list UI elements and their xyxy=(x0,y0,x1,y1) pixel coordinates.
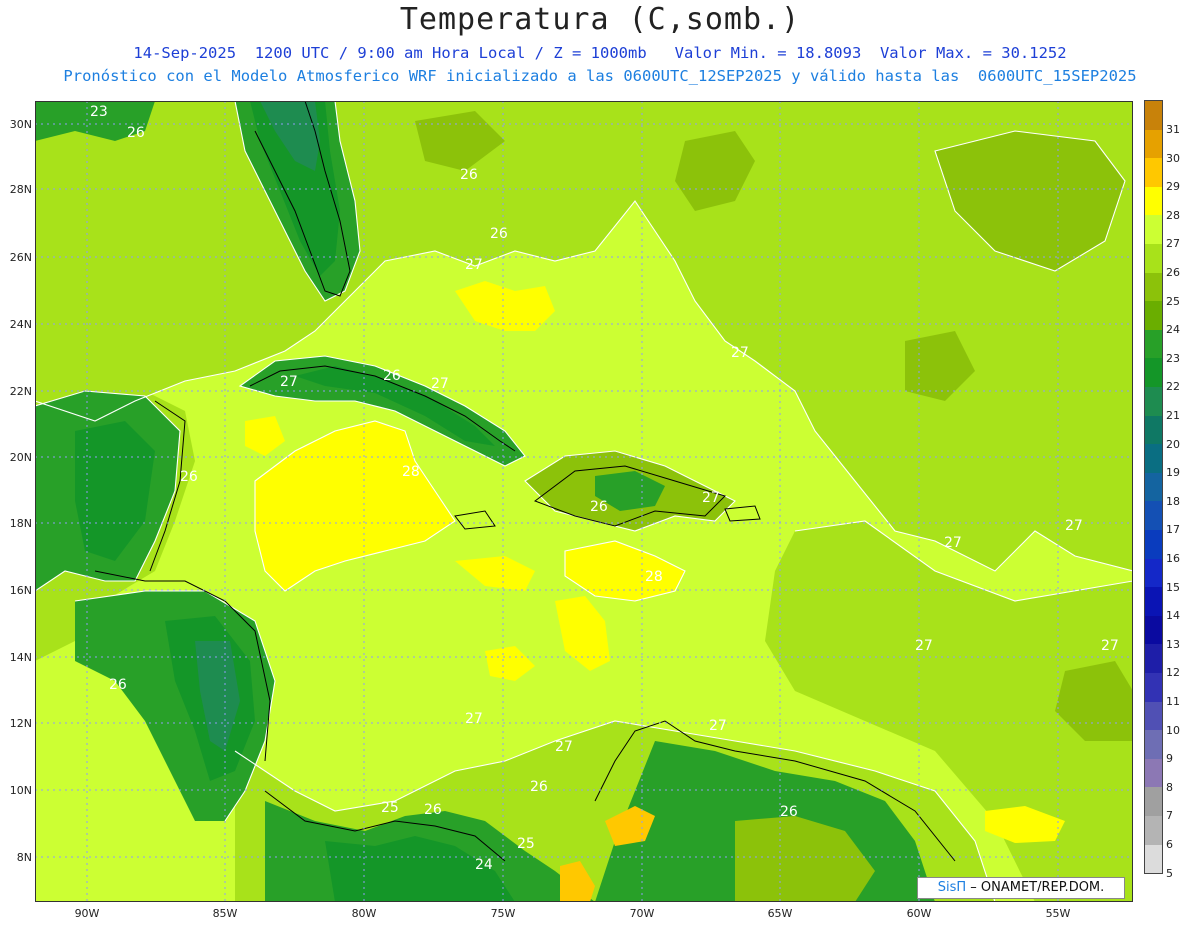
map-title: Temperatura (C,somb.) xyxy=(399,2,801,37)
lat-label: 20N xyxy=(9,451,32,464)
contour-label: 25 xyxy=(381,800,399,816)
legend-label-11: 11 xyxy=(1166,695,1180,708)
lon-label: 55W xyxy=(1045,907,1071,920)
lat-label: 24N xyxy=(9,318,32,331)
legend-label-31: 31 xyxy=(1166,123,1180,136)
lat-label: 12N xyxy=(9,717,32,730)
contour-label: 27 xyxy=(465,711,483,727)
credit-text: – ONAMET/REP.DOM. xyxy=(970,880,1105,895)
legend-label-26: 26 xyxy=(1166,266,1180,279)
lat-label: 8N xyxy=(16,851,32,864)
legend-label-18: 18 xyxy=(1166,494,1180,508)
legend-label-29: 29 xyxy=(1166,180,1180,194)
legend-label-17: 17 xyxy=(1166,523,1180,537)
legend-label-10: 10 xyxy=(1166,723,1180,737)
lat-label: 22N xyxy=(9,385,32,398)
legend-label-5: 5 xyxy=(1166,866,1173,880)
credit-box: SisΠ – ONAMET/REP.DOM. xyxy=(917,877,1125,899)
lon-label: 60W xyxy=(906,907,932,920)
legend-label-8: 8 xyxy=(1166,780,1173,794)
legend-label-6: 6 xyxy=(1166,838,1173,851)
legend-label-12: 12 xyxy=(1166,666,1180,680)
contour-label: 27 xyxy=(915,638,933,654)
credit-sis: SisΠ xyxy=(937,880,967,895)
contour-label: 26 xyxy=(590,499,608,515)
contour-label: 25 xyxy=(517,836,535,852)
map-subtitle-model: Pronóstico con el Modelo Atmosferico WRF… xyxy=(63,67,1137,85)
legend-label-30: 30 xyxy=(1166,151,1180,165)
legend-label-28: 28 xyxy=(1166,208,1180,222)
contour-label: 26 xyxy=(424,802,442,818)
contour-label: 27 xyxy=(555,739,573,755)
contour-label: 28 xyxy=(645,569,663,585)
contour-label: 27 xyxy=(280,374,298,390)
legend-frame xyxy=(1144,100,1163,875)
legend-label-22: 22 xyxy=(1166,380,1180,394)
lon-label: 85W xyxy=(212,907,238,920)
lon-label: 65W xyxy=(767,907,793,920)
contour-label: 27 xyxy=(465,257,483,273)
temperature-map: 23 26 26 26 27 27 26 27 27 28 26 27 27 2… xyxy=(35,101,1133,902)
legend-label-27: 27 xyxy=(1166,237,1180,251)
lat-label: 28N xyxy=(9,183,32,196)
contour-label: 26 xyxy=(490,226,508,242)
contour-label: 26 xyxy=(180,469,198,485)
contour-label: 27 xyxy=(431,376,449,392)
lat-label: 30N xyxy=(9,118,32,131)
contour-label: 26 xyxy=(109,677,127,693)
lat-label: 26N xyxy=(9,251,32,264)
contour-label: 27 xyxy=(1101,638,1119,654)
contour-label: 27 xyxy=(702,490,720,506)
contour-label: 24 xyxy=(475,857,493,873)
contour-label: 27 xyxy=(709,718,727,734)
legend-label-20: 20 xyxy=(1166,437,1180,451)
legend-label-9: 9 xyxy=(1166,752,1173,766)
lat-label: 14N xyxy=(9,651,32,664)
lon-label: 70W xyxy=(629,907,655,920)
legend-label-13: 13 xyxy=(1166,637,1180,651)
map-subtitle-time: 14-Sep-2025 1200 UTC / 9:00 am Hora Loca… xyxy=(133,44,1067,62)
contour-label: 27 xyxy=(1065,518,1083,534)
legend-label-23: 23 xyxy=(1166,351,1180,365)
contour-label: 23 xyxy=(90,104,108,120)
contour-label: 27 xyxy=(731,345,749,361)
legend-label-24: 24 xyxy=(1166,323,1180,337)
lon-label: 90W xyxy=(74,907,100,920)
legend-label-7: 7 xyxy=(1166,809,1173,823)
contour-label: 27 xyxy=(944,535,962,551)
contour-label: 26 xyxy=(780,804,798,820)
legend-label-15: 15 xyxy=(1166,580,1180,594)
legend-label-16: 16 xyxy=(1166,552,1180,565)
contour-label: 26 xyxy=(383,368,401,384)
contour-label: 26 xyxy=(530,779,548,795)
legend-label-19: 19 xyxy=(1166,466,1180,480)
contour-label: 26 xyxy=(460,167,478,183)
lon-label: 75W xyxy=(490,907,516,920)
lat-label: 10N xyxy=(9,784,32,797)
lat-label: 16N xyxy=(9,584,32,597)
contour-label: 26 xyxy=(127,125,145,141)
lon-label: 80W xyxy=(351,907,377,920)
lat-label: 18N xyxy=(9,517,32,530)
legend-label-14: 14 xyxy=(1166,609,1180,623)
legend-label-21: 21 xyxy=(1166,409,1180,422)
legend-label-25: 25 xyxy=(1166,294,1180,308)
contour-label: 28 xyxy=(402,464,420,480)
